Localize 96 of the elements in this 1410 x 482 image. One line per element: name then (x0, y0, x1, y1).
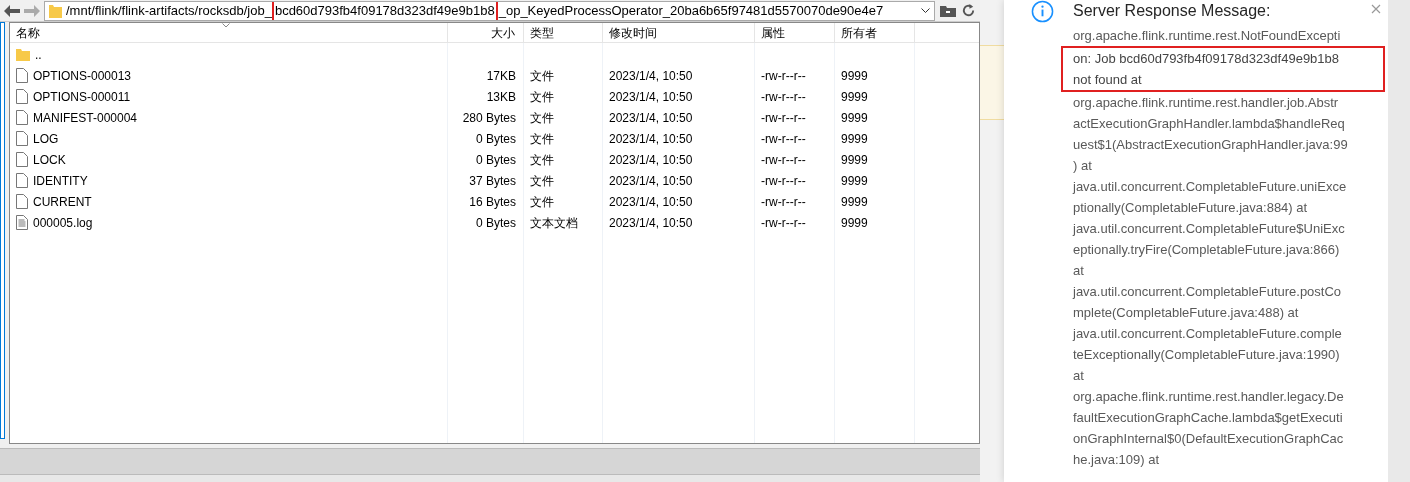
file-icon (16, 89, 28, 104)
table-cell: 280 Bytes (462, 110, 516, 125)
message-line: faultExecutionGraphCache.lambda$getExecuti (1073, 409, 1344, 427)
message-line: org.apache.flink.runtime.rest.handler.legacy.De (1073, 388, 1345, 406)
table-cell: -rw-r--r-- (761, 68, 806, 83)
table-cell: -rw-r--r-- (761, 131, 806, 146)
file-name[interactable]: LOG (33, 129, 59, 148)
table-cell: 文件 (530, 194, 554, 209)
message-line: he.java:109) at (1073, 451, 1160, 469)
folder-icon (49, 3, 62, 18)
message-line: java.util.concurrent.CompletableFuture.comple (1073, 325, 1343, 343)
file-name[interactable]: OPTIONS-000013 (33, 66, 132, 85)
table-cell: 2023/1/4, 10:50 (609, 89, 693, 104)
path-field[interactable]: /mnt/flink/flink-artifacts/rocksdb/job_ bcd60d793fb4f09178d323df49e9b1b8 _op_KeyedProcessOperator_20ba6b65f97481d5570070de90e4e7 (44, 0, 935, 21)
message-line: mplete(CompletableFuture.java:488) at (1073, 304, 1300, 322)
close-icon[interactable] (1371, 4, 1381, 14)
table-cell: 0 Bytes (475, 152, 516, 167)
table-cell: -rw-r--r-- (761, 89, 806, 104)
file-name[interactable]: .. (35, 45, 42, 64)
file-icon (16, 152, 28, 167)
text-file-icon (16, 215, 28, 230)
column-header[interactable]: 属性 (755, 23, 835, 42)
message-line: ptionally(CompletableFuture.java:884) at (1073, 199, 1309, 217)
table-cell: -rw-r--r-- (761, 194, 806, 209)
column-header[interactable]: 大小 (448, 23, 524, 42)
table-cell: 文件 (530, 110, 554, 125)
table-cell: 2023/1/4, 10:50 (609, 131, 693, 146)
table-cell: -rw-r--r-- (761, 152, 806, 167)
message-line: java.util.concurrent.CompletableFuture$UniExc (1073, 220, 1346, 238)
table-cell: 9999 (841, 173, 868, 188)
table-cell: -rw-r--r-- (761, 110, 806, 125)
file-icon (16, 173, 28, 188)
table-cell: 文件 (530, 131, 554, 146)
file-name[interactable]: CURRENT (33, 192, 92, 211)
file-icon (16, 131, 28, 146)
message-line: at (1073, 262, 1085, 280)
message-line: org.apache.flink.runtime.rest.handler.job.Abstr (1073, 94, 1340, 112)
table-cell: 9999 (841, 110, 868, 125)
file-name[interactable]: LOCK (33, 150, 66, 169)
table-cell: 17KB (486, 68, 516, 83)
table-cell: 9999 (841, 215, 868, 230)
file-icon (16, 194, 28, 209)
table-cell: 2023/1/4, 10:50 (609, 68, 693, 83)
table-cell: 文件 (530, 68, 554, 83)
message-line: onGraphInternal$0(DefaultExecutionGraphCac (1073, 430, 1345, 448)
table-cell: 2023/1/4, 10:50 (609, 215, 693, 230)
table-cell: 2023/1/4, 10:50 (609, 194, 693, 209)
column-header[interactable]: 类型 (524, 23, 603, 42)
message-line: ) at (1073, 157, 1093, 175)
table-cell: 9999 (841, 194, 868, 209)
message-line: uest$1(AbstractExecutionGraphHandler.java:99 (1073, 136, 1349, 154)
message-line: teExceptionally(CompletableFuture.java:1990) (1073, 346, 1341, 364)
file-name[interactable]: OPTIONS-000011 (33, 87, 131, 106)
table-cell: 37 Bytes (469, 173, 516, 188)
table-cell: 0 Bytes (475, 215, 516, 230)
message-line: not found at (1073, 71, 1143, 89)
message-line: actExecutionGraphHandler.lambda$handleReq (1073, 115, 1346, 133)
file-name[interactable]: 000005.log (33, 213, 93, 232)
table-cell: -rw-r--r-- (761, 215, 806, 230)
notification-title: Server Response Message: (1073, 1, 1271, 21)
message-line: eptionally.tryFire(CompletableFuture.java:866) (1073, 241, 1341, 259)
back-arrow-icon[interactable] (4, 4, 20, 17)
table-cell: 2023/1/4, 10:50 (609, 152, 693, 167)
table-cell: 文件 (530, 152, 554, 167)
column-header[interactable]: 名称 (10, 23, 448, 42)
table-cell: 2023/1/4, 10:50 (609, 110, 693, 125)
table-cell: 文件 (530, 89, 554, 104)
folder-toolbar-icon[interactable] (939, 3, 957, 18)
dropdown-caret-icon[interactable] (921, 7, 930, 14)
message-line: on: Job bcd60d793fb4f09178d323df49e9b1b8 (1073, 50, 1341, 68)
file-name[interactable]: MANIFEST-000004 (33, 108, 138, 127)
message-line: at (1073, 367, 1085, 385)
info-icon (1031, 0, 1054, 23)
table-cell: 文件 (530, 173, 554, 188)
file-name[interactable]: IDENTITY (33, 171, 88, 190)
table-cell: 9999 (841, 131, 868, 146)
file-icon (16, 110, 28, 125)
table-cell: 文本文档 (530, 215, 578, 230)
column-header[interactable]: 修改时间 (603, 23, 755, 42)
message-line: org.apache.flink.runtime.rest.NotFoundExcepti (1073, 27, 1342, 45)
table-cell: 16 Bytes (469, 194, 516, 209)
refresh-icon[interactable] (961, 3, 976, 18)
message-line: java.util.concurrent.CompletableFuture.postCo (1073, 283, 1343, 301)
column-header[interactable]: 所有者 (835, 23, 915, 42)
table-cell: 9999 (841, 152, 868, 167)
path-suffix: _op_KeyedProcessOperator_20ba6b65f97481d5570070de90e4e7 (497, 1, 884, 20)
path-prefix: /mnt/flink/flink-artifacts/rocksdb/job_ (66, 1, 272, 20)
message-line: java.util.concurrent.CompletableFuture.uniExce (1073, 178, 1348, 196)
table-cell: 9999 (841, 89, 868, 104)
table-cell: 13KB (486, 89, 516, 104)
folder-icon (16, 48, 30, 61)
table-cell: 2023/1/4, 10:50 (609, 173, 693, 188)
table-cell: -rw-r--r-- (761, 173, 806, 188)
file-icon (16, 68, 28, 83)
table-cell: 9999 (841, 68, 868, 83)
table-cell: 0 Bytes (475, 131, 516, 146)
